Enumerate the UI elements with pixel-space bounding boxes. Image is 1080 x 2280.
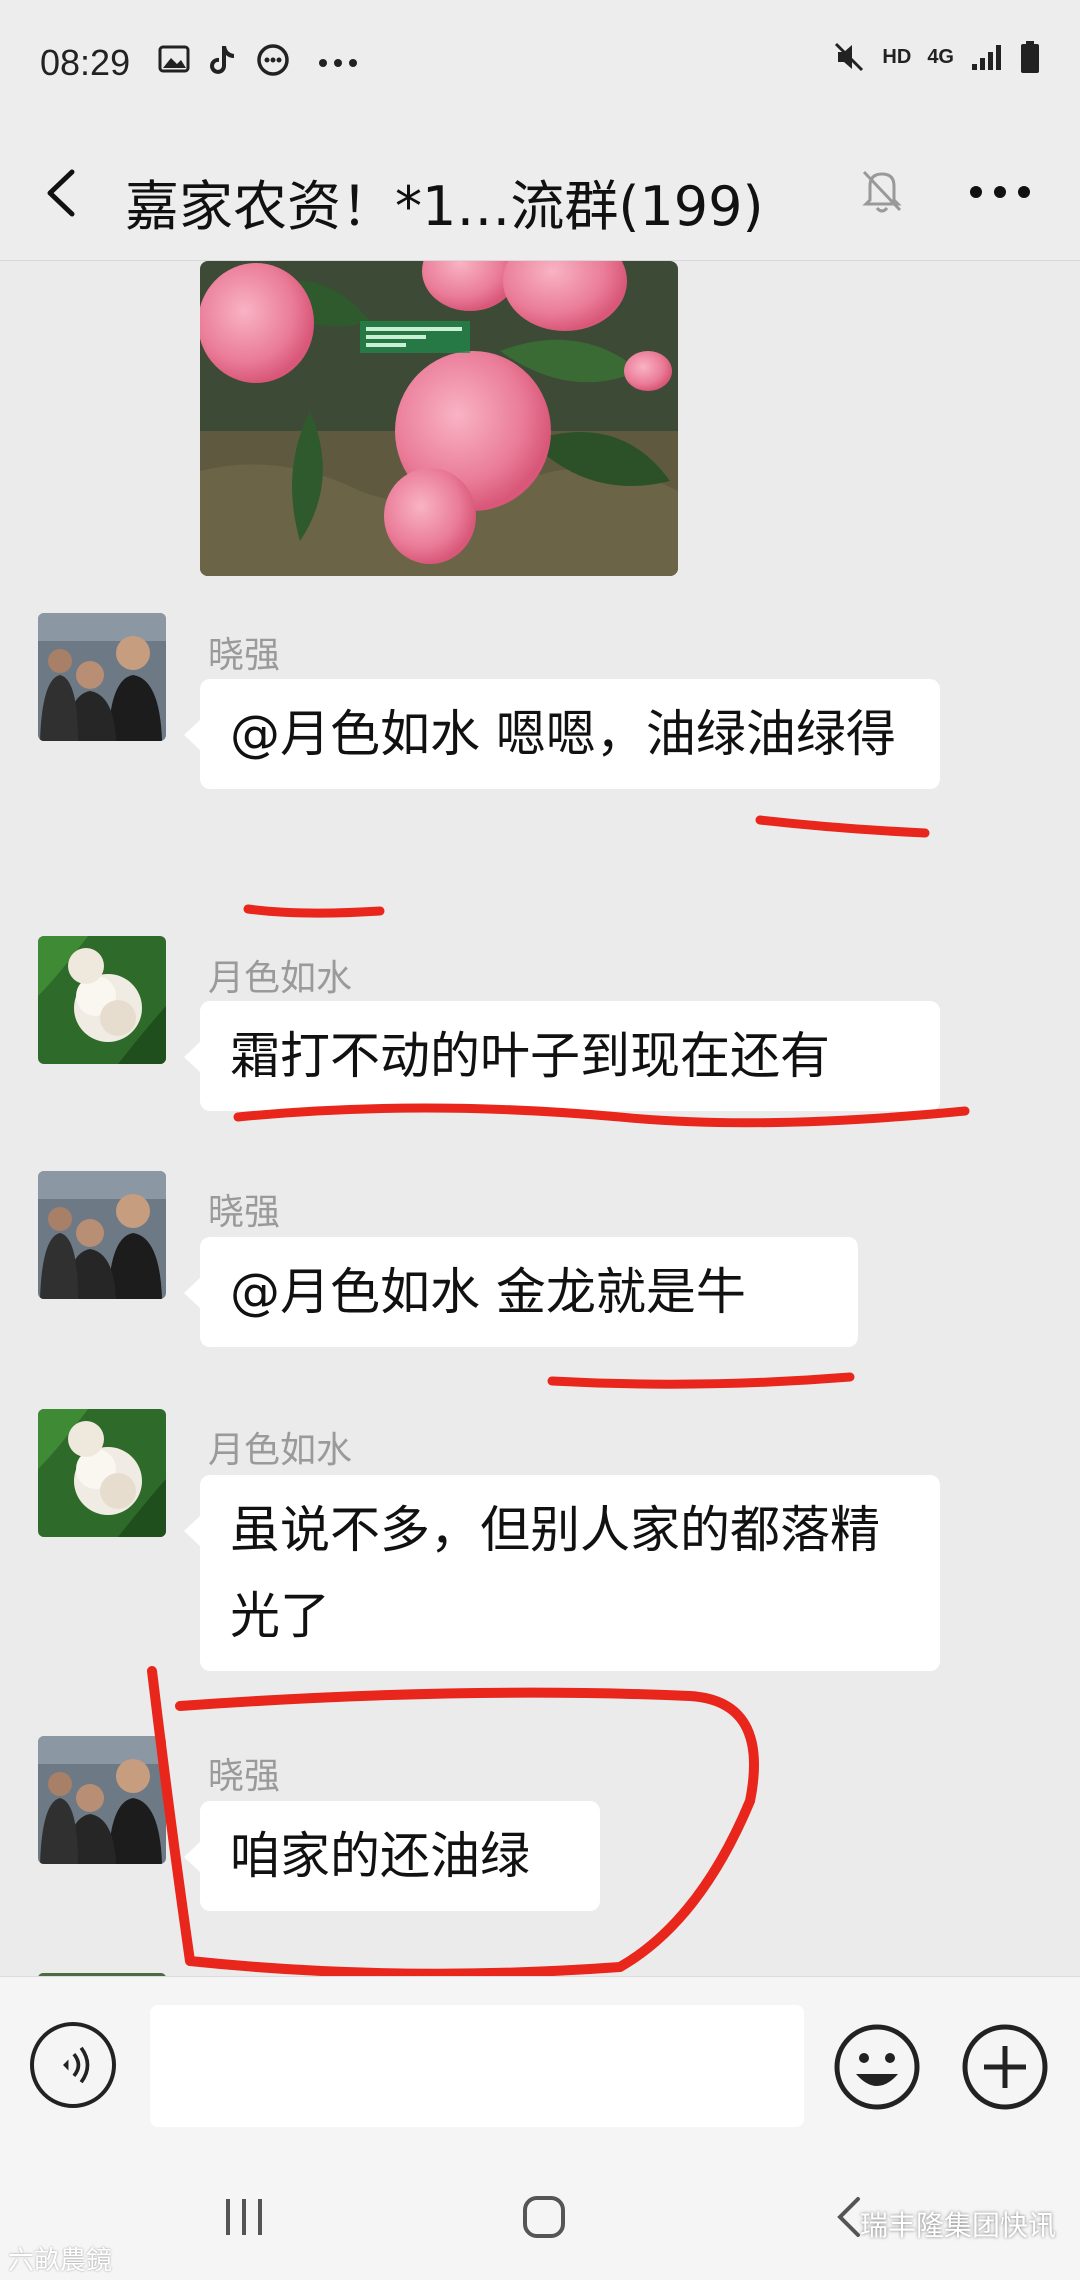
plus-icon[interactable] (960, 2022, 1050, 2112)
signal-icon (972, 45, 1001, 70)
avatar-xiaoqiang[interactable] (38, 1171, 166, 1299)
network-type-label: 4G (927, 45, 954, 68)
peach-image (200, 261, 678, 576)
sender-name: 晓强 (208, 1756, 281, 1797)
avatar-yuesheruishui[interactable] (38, 1409, 166, 1537)
emoji-icon[interactable] (832, 2022, 922, 2112)
avatar-yuesheruishui[interactable] (38, 936, 166, 1064)
watermark-right: 瑞丰隆集团快讯 (860, 2209, 1057, 2242)
more-icon[interactable] (960, 162, 1040, 222)
underline-mark (243, 904, 385, 918)
message-bubble[interactable]: @月色如水 金龙就是牛 (184, 1237, 858, 1347)
underline-mark (547, 1372, 855, 1389)
status-bar: 08:29 HD 4G (0, 0, 1080, 130)
chat-area[interactable]: 晓强 @月色如水 嗯嗯，油绿油绿得 月色如水 霜打不动的叶子到现在还有 晓强 @… (0, 261, 1080, 1976)
watermark-left: 六畝農鏡 (8, 2246, 113, 2276)
status-right: HD 4G (832, 40, 1040, 74)
sender-name: 月色如水 (208, 958, 353, 999)
recent-apps-icon[interactable] (220, 2195, 270, 2239)
sender-name: 晓强 (208, 635, 281, 676)
gallery-icon (158, 45, 190, 73)
underline-mark (755, 815, 930, 838)
mute-bell-icon (862, 170, 902, 213)
message-input[interactable] (150, 2005, 804, 2127)
sender-name: 月色如水 (208, 1430, 353, 1471)
back-icon[interactable] (30, 158, 100, 228)
avatar-xiaoqiang[interactable] (38, 1736, 166, 1864)
voice-icon[interactable] (30, 2022, 116, 2108)
tiktok-icon (210, 46, 234, 74)
message-bubble[interactable]: 咱家的还油绿 (184, 1801, 600, 1911)
battery-icon (1021, 41, 1039, 73)
chat-title: 嘉家农资！*1…流群(199) (125, 175, 764, 238)
message-bubble[interactable]: 霜打不动的叶子到现在还有 (184, 1001, 940, 1111)
more-dots-icon (319, 59, 357, 67)
message-bubble[interactable]: @月色如水 嗯嗯，油绿油绿得 (184, 679, 940, 789)
input-bar (0, 1976, 1080, 2155)
chat-header: 嘉家农资！*1…流群(199) (0, 130, 1080, 261)
message-bubble[interactable]: 虽说不多，但别人家的都落精光了 (184, 1475, 940, 1671)
mute-icon (835, 42, 864, 72)
hd-label: HD (882, 45, 912, 68)
sender-name: 晓强 (208, 1192, 281, 1233)
avatar-xiaoqiang[interactable] (38, 613, 166, 741)
status-time: 08:29 (40, 42, 131, 83)
chat-icon (257, 44, 289, 76)
home-icon[interactable] (520, 2193, 568, 2241)
peach-photo[interactable] (200, 261, 678, 576)
